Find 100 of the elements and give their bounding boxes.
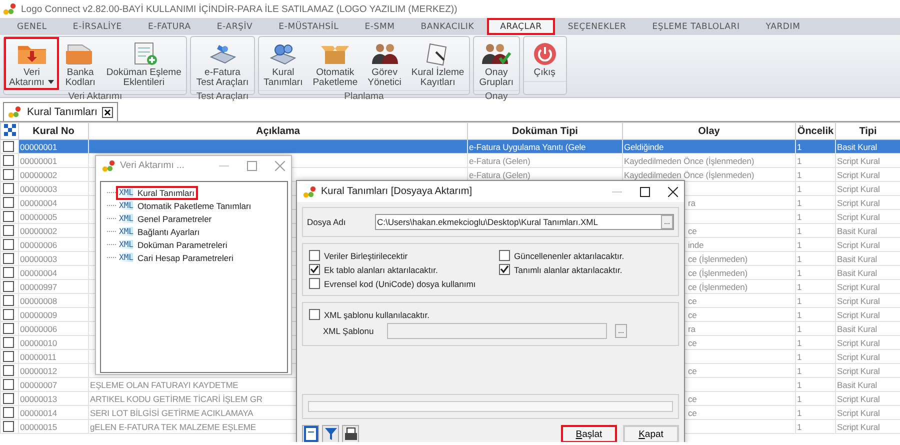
- checkbox[interactable]: [499, 264, 510, 275]
- menu-tab[interactable]: E-İRSALİYE: [60, 18, 135, 35]
- checker-icon[interactable]: [4, 124, 16, 136]
- ribbon-button[interactable]: Doküman Eşleme Eklentileri: [101, 37, 186, 90]
- tree-item-label: Bağlantı Ayarları: [137, 226, 200, 236]
- row-checkbox[interactable]: [3, 155, 14, 166]
- row-checkbox[interactable]: [3, 407, 14, 418]
- close-icon[interactable]: [668, 186, 678, 196]
- checkbox[interactable]: [309, 309, 320, 320]
- column-header[interactable]: Doküman Tipi: [468, 122, 622, 140]
- menu-tab[interactable]: SEÇENEKLER: [554, 18, 640, 35]
- template-field[interactable]: [387, 323, 607, 339]
- row-checkbox[interactable]: [3, 309, 14, 320]
- tree-item-label: Otomatik Paketleme Tanımları: [137, 200, 252, 210]
- checkbox[interactable]: [309, 264, 320, 275]
- group-label: Planlama: [258, 90, 470, 103]
- option-checkbox[interactable]: Ek tablo alanları aktarılacaktır.: [309, 264, 499, 275]
- menu-tab[interactable]: BANKACILIK: [408, 18, 488, 35]
- table-cell: Script Kural: [837, 184, 880, 194]
- row-checkbox[interactable]: [3, 141, 14, 152]
- table-cell: 00000004: [20, 268, 58, 278]
- option-checkbox[interactable]: Güncellenenler aktarılacaktır.: [499, 250, 672, 261]
- menu-tab[interactable]: ARAÇLAR: [487, 18, 555, 35]
- checkbox[interactable]: [499, 250, 510, 261]
- ribbon-button[interactable]: Kural İzleme Kayıtları: [406, 37, 470, 90]
- ribbon-button[interactable]: Çıkış: [524, 37, 566, 81]
- ribbon-button[interactable]: Onay Grupları: [474, 37, 519, 90]
- column-header[interactable]: Açıklama: [88, 122, 468, 140]
- option-label: Ek tablo alanları aktarılacaktır.: [324, 264, 438, 274]
- row-checkbox[interactable]: [3, 197, 14, 208]
- row-checkbox[interactable]: [3, 281, 14, 292]
- printer-button[interactable]: [342, 425, 359, 442]
- row-checkbox[interactable]: [3, 421, 14, 432]
- column-header[interactable]: Olay: [622, 122, 796, 140]
- menu-tab[interactable]: E-FATURA: [134, 18, 204, 35]
- row-checkbox[interactable]: [3, 351, 14, 362]
- dialog-button[interactable]: Kapat: [623, 425, 679, 442]
- menu-tab[interactable]: E-SMM: [352, 18, 408, 35]
- column-header[interactable]: Kural No: [18, 122, 88, 140]
- row-checkbox[interactable]: [3, 253, 14, 264]
- row-checkbox[interactable]: [3, 295, 14, 306]
- table-cell-text: ce (İşlenmeden): [687, 254, 748, 264]
- row-checkbox[interactable]: [3, 267, 14, 278]
- table-cell: SERI LOT BİLGİSİ GETİRME ACIKLAMAYA: [90, 408, 254, 418]
- row-checkbox[interactable]: [3, 337, 14, 348]
- table-cell: 1: [797, 394, 802, 404]
- ribbon-button[interactable]: Otomatik Paketleme: [308, 37, 363, 90]
- option-checkbox[interactable]: Veriler Birleştirilecektir: [309, 250, 499, 261]
- menu-tab[interactable]: YARDIM: [752, 18, 814, 35]
- menu-tab[interactable]: EŞLEME TABLOLARI: [639, 18, 753, 35]
- menu-tab[interactable]: E-MÜSTAHSİL: [266, 18, 352, 35]
- ribbon-button[interactable]: Görev Yönetici: [362, 37, 406, 90]
- row-checkbox[interactable]: [3, 323, 14, 334]
- document-button[interactable]: [302, 425, 319, 442]
- document-tab[interactable]: Kural Tanımları: [3, 102, 118, 121]
- row-checkbox[interactable]: [3, 365, 14, 376]
- option-label: Tanımlı alanlar aktarılacaktır.: [514, 264, 622, 274]
- ribbon-button[interactable]: e-Fatura Test Araçları: [191, 37, 254, 90]
- filter-button[interactable]: [322, 425, 339, 442]
- option-label: Veriler Birleştirilecektir: [324, 250, 408, 260]
- table-row[interactable]: 00000001 e-Fatura Uygulama Yanıtı (Gele Geldiğinde 1 Basit Kural: [0, 140, 900, 154]
- row-checkbox[interactable]: [3, 393, 14, 404]
- close-icon[interactable]: [102, 106, 114, 118]
- table-cell: Basit Kural: [837, 226, 878, 236]
- row-checkbox[interactable]: [3, 225, 14, 236]
- dialog-button[interactable]: Başlat: [561, 425, 617, 442]
- row-checkbox[interactable]: [3, 211, 14, 222]
- tree-item[interactable]: XML Kural Tanımları: [116, 186, 198, 200]
- table-cell: e-Fatura (Gelen): [469, 170, 530, 180]
- table-cell: 1: [797, 240, 802, 250]
- tree-item[interactable]: XML Otomatik Paketleme Tanımları: [116, 198, 256, 212]
- option-checkbox[interactable]: Tanımlı alanlar aktarılacaktır.: [499, 264, 672, 275]
- row-checkbox[interactable]: [3, 169, 14, 180]
- ribbon-button[interactable]: Kural Tanımları: [258, 37, 308, 90]
- row-checkbox[interactable]: [3, 239, 14, 250]
- table-cell: Kaydedilmeden Önce (İşlenmeden): [624, 170, 754, 180]
- table-cell: Geldiğinde: [624, 142, 664, 152]
- tree-item[interactable]: XML Cari Hesap Parametreleri: [116, 250, 238, 264]
- checkbox[interactable]: [309, 250, 320, 261]
- table-cell: gELEN E-FATURA TEK MALZEME EŞLEME: [90, 422, 256, 432]
- table-cell: Basit Kural: [837, 324, 878, 334]
- caret-icon: [48, 80, 54, 84]
- table-cell: 1: [797, 268, 802, 278]
- option-checkbox[interactable]: Evrensel kod (UniCode) dosya kullanımı: [309, 278, 499, 289]
- row-checkbox[interactable]: [3, 379, 14, 390]
- table-cell: 00000009: [20, 310, 58, 320]
- row-checkbox[interactable]: [3, 183, 14, 194]
- app-logo-icon: [8, 106, 22, 118]
- tree-item-label: Doküman Parametreleri: [137, 240, 228, 250]
- ribbon-button[interactable]: Banka Kodları: [59, 37, 102, 90]
- menu-tab[interactable]: GENEL: [4, 18, 60, 35]
- column-header[interactable]: Tipi: [836, 122, 900, 140]
- table-cell: 1: [797, 254, 802, 264]
- table-cell: Script Kural: [837, 240, 880, 250]
- checkbox[interactable]: [309, 278, 320, 289]
- table-cell: 00000001: [20, 156, 58, 166]
- ribbon-button[interactable]: Veri Aktarımı: [4, 37, 60, 90]
- maximize-icon[interactable]: [640, 186, 650, 196]
- column-header[interactable]: Öncelik: [796, 122, 836, 140]
- menu-tab[interactable]: E-ARŞİV: [204, 18, 266, 35]
